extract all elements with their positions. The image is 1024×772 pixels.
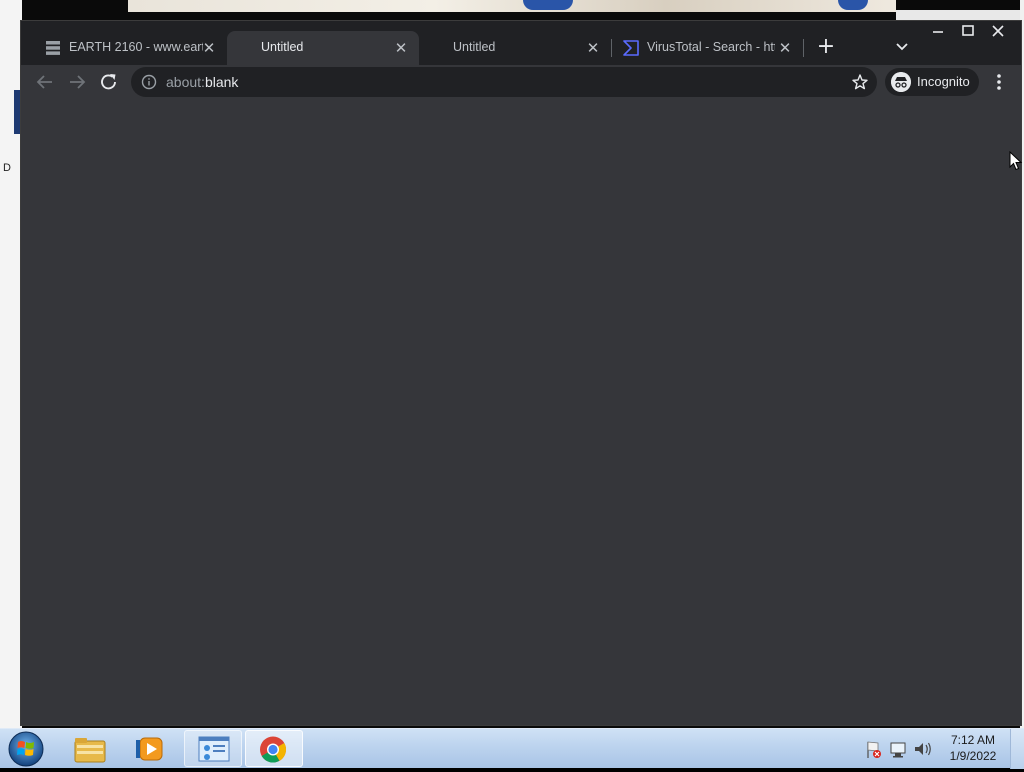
url-path: blank	[204, 74, 239, 90]
taskbar-clock[interactable]: 7:12 AM 1/9/2022	[938, 732, 1008, 766]
taskbar-media-player-button[interactable]	[122, 730, 180, 767]
taskbar-network-center-button[interactable]	[184, 730, 242, 767]
taskbar-explorer-button[interactable]	[60, 730, 118, 767]
action-center-flag-icon	[867, 741, 881, 758]
bookmark-star-icon[interactable]	[851, 73, 869, 91]
page-content-blank	[21, 99, 1021, 725]
mouse-cursor-icon	[1009, 151, 1023, 171]
taskbar-chrome-button[interactable]	[245, 730, 303, 767]
network-window-icon	[198, 736, 230, 762]
browser-toolbar: about:blank Incognito	[21, 65, 1021, 99]
incognito-icon	[891, 72, 911, 92]
tab-earth2160[interactable]: EARTH 2160 - www.earth ✕	[35, 31, 228, 65]
info-icon[interactable]	[141, 74, 157, 90]
clock-time: 7:12 AM	[950, 733, 996, 747]
chevron-down-icon[interactable]	[893, 38, 911, 56]
network-icon	[890, 742, 906, 758]
minimize-button[interactable]	[923, 21, 953, 41]
url-text: about:blank	[166, 74, 238, 90]
back-arrow-icon[interactable]	[33, 71, 57, 93]
folder-icon	[74, 738, 106, 763]
tab-title: Untitled	[261, 40, 304, 54]
more-vert-icon[interactable]	[989, 71, 1009, 93]
volume-icon	[915, 742, 931, 756]
tab-strip: EARTH 2160 - www.earth ✕ Untitled ✕ Unti…	[21, 21, 1021, 65]
server-icon	[46, 41, 60, 55]
background-window-text: D	[3, 162, 11, 174]
close-tab-icon[interactable]: ✕	[201, 40, 217, 56]
system-tray[interactable]	[862, 729, 938, 769]
close-tab-icon[interactable]: ✕	[585, 40, 601, 56]
tab-virustotal[interactable]: VirusTotal - Search - https ✕	[611, 31, 804, 65]
reload-icon[interactable]	[97, 71, 121, 93]
chrome-icon	[260, 736, 287, 763]
show-desktop-button[interactable]	[1010, 729, 1024, 769]
address-bar[interactable]: about:blank	[131, 67, 877, 97]
virustotal-icon	[623, 40, 639, 56]
incognito-label: Incognito	[917, 74, 970, 89]
start-button[interactable]	[6, 730, 46, 768]
new-tab-button[interactable]: +	[815, 36, 837, 58]
incognito-badge[interactable]: Incognito	[885, 68, 979, 96]
clock-date: 1/9/2022	[949, 749, 997, 763]
forward-arrow-icon[interactable]	[65, 71, 89, 93]
windows-taskbar: 7:12 AM 1/9/2022	[0, 728, 1024, 769]
chrome-window: EARTH 2160 - www.earth ✕ Untitled ✕ Unti…	[20, 20, 1022, 726]
tab-title: EARTH 2160 - www.earth	[69, 40, 203, 54]
tab-untitled-active[interactable]: Untitled ✕	[227, 31, 419, 65]
background-window-left-edge	[0, 0, 22, 728]
maximize-button[interactable]	[953, 21, 983, 41]
tab-separator	[803, 39, 804, 57]
tab-title: Untitled	[453, 40, 496, 54]
close-window-button[interactable]	[983, 21, 1013, 41]
close-tab-icon[interactable]: ✕	[777, 40, 793, 56]
url-scheme: about:	[166, 74, 205, 90]
tab-untitled[interactable]: Untitled ✕	[419, 31, 612, 65]
media-player-icon	[136, 737, 163, 761]
background-window-strip	[128, 0, 896, 12]
tab-title: VirusTotal - Search - https	[647, 40, 775, 54]
close-tab-icon[interactable]: ✕	[393, 40, 409, 56]
